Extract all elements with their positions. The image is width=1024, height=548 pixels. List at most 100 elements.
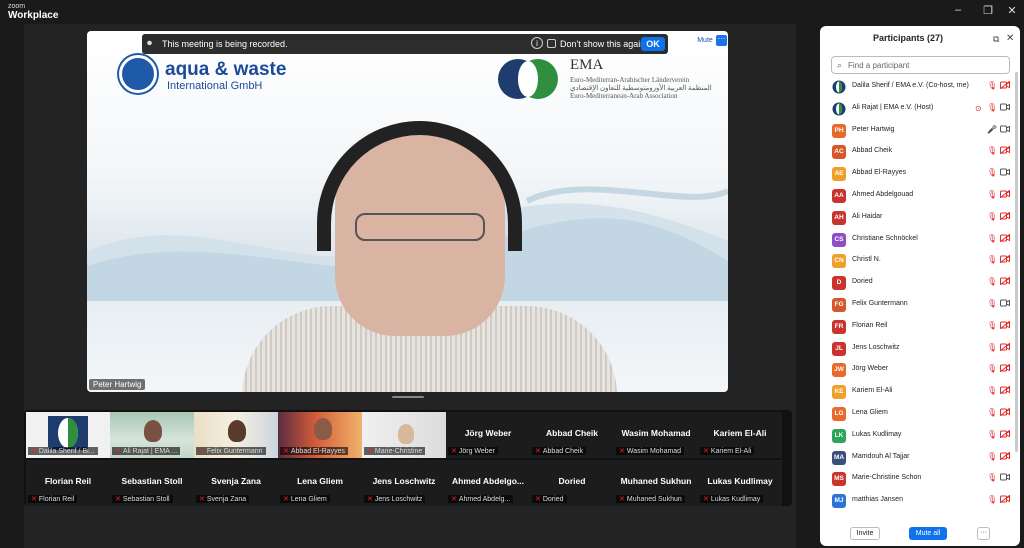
- camera-off-icon[interactable]: [999, 429, 1011, 440]
- restore-button[interactable]: ❐: [980, 4, 996, 17]
- participant-row[interactable]: MS Marie-Christine Schon 🎙: [820, 468, 1014, 490]
- mic-muted-icon[interactable]: 🎙: [987, 146, 997, 155]
- camera-on-icon[interactable]: [1000, 168, 1010, 178]
- mic-muted-icon[interactable]: 🎙: [987, 277, 997, 286]
- mic-muted-icon[interactable]: 🎙: [987, 168, 997, 177]
- popout-icon[interactable]: ⧉: [993, 34, 999, 45]
- mic-muted-icon[interactable]: 🎙: [987, 430, 997, 439]
- gallery-tile[interactable]: ✕ Ali Rajat | EMA ...: [110, 412, 194, 458]
- participant-row[interactable]: FG Felix Guntermann 🎙: [820, 294, 1014, 316]
- camera-on-icon[interactable]: [1000, 299, 1010, 309]
- mic-muted-icon[interactable]: 🎙: [987, 255, 997, 264]
- gallery-tile[interactable]: Ahmed Abdelgo... ✕ Ahmed Abdelg...: [446, 460, 530, 506]
- participant-row[interactable]: AE Abbad El-Rayyes 🎙: [820, 163, 1014, 185]
- participant-search-input[interactable]: ⌕ Find a participant: [831, 56, 1010, 74]
- camera-on-icon[interactable]: [1000, 125, 1010, 135]
- participant-row[interactable]: CN Christl N. 🎙: [820, 250, 1014, 272]
- camera-off-icon[interactable]: [999, 80, 1011, 91]
- mic-muted-icon[interactable]: 🎙: [987, 473, 997, 482]
- participant-row[interactable]: AC Abbad Cheik 🎙: [820, 141, 1014, 163]
- participant-row[interactable]: D Doried 🎙: [820, 272, 1014, 294]
- dont-show-checkbox[interactable]: [547, 39, 556, 48]
- gallery-tile[interactable]: Svenja Zana ✕ Svenja Zana: [194, 460, 278, 506]
- participant-row[interactable]: CS Christiane Schnöckel 🎙: [820, 229, 1014, 251]
- participant-row[interactable]: LG Lena Gliem 🎙: [820, 403, 1014, 425]
- invite-button[interactable]: Invite: [850, 527, 880, 540]
- participant-scrollbar[interactable]: [1015, 72, 1018, 452]
- tile-name: Ahmed Abdelgo...: [452, 476, 524, 486]
- gallery-tile[interactable]: Jens Loschwitz ✕ Jens Loschwitz: [362, 460, 446, 506]
- camera-off-icon[interactable]: [999, 342, 1011, 353]
- mute-all-button[interactable]: Mute all: [909, 527, 947, 540]
- camera-on-icon[interactable]: [1000, 473, 1010, 483]
- gallery-tile[interactable]: Sebastian Stoll ✕ Sebastian Stoll: [110, 460, 194, 506]
- ok-button[interactable]: OK: [641, 37, 665, 51]
- mic-muted-icon[interactable]: 🎙: [987, 452, 997, 461]
- camera-off-icon[interactable]: [999, 211, 1011, 222]
- active-speaker-video[interactable]: aqua & waste International GmbH EMA Euro…: [87, 31, 728, 392]
- gallery-tile[interactable]: Lukas Kudlimay ✕ Lukas Kudlimay: [698, 460, 782, 506]
- camera-off-icon[interactable]: [999, 146, 1011, 156]
- camera-off-icon[interactable]: [999, 233, 1011, 244]
- participant-row[interactable]: PH Peter Hartwig 🎤: [820, 120, 1014, 142]
- mic-muted-icon[interactable]: 🎙: [987, 495, 997, 504]
- mic-muted-icon[interactable]: 🎙: [987, 81, 997, 90]
- mic-muted-icon[interactable]: 🎙: [987, 408, 997, 417]
- camera-on-icon[interactable]: [1000, 103, 1010, 113]
- participant-row[interactable]: JW Jörg Weber 🎙: [820, 359, 1014, 381]
- info-icon[interactable]: i: [531, 37, 543, 49]
- muted-mic-icon: ✕: [703, 448, 709, 455]
- gallery-tile[interactable]: Doried ✕ Doried: [530, 460, 614, 506]
- mic-muted-icon[interactable]: 🎙: [987, 321, 997, 330]
- gallery-tile[interactable]: Abbad Cheik ✕ Abbad Cheik: [530, 412, 614, 458]
- mic-muted-icon[interactable]: 🎙: [987, 386, 997, 395]
- gallery-tile[interactable]: ✕ Abbad El-Rayyes: [278, 412, 362, 458]
- gallery-tile[interactable]: ✕ Felix Guntermann: [194, 412, 278, 458]
- gallery-tile[interactable]: Muhaned Sukhun ✕ Muhaned Sukhun: [614, 460, 698, 506]
- minimize-button[interactable]: –: [950, 4, 966, 16]
- dont-show-label[interactable]: Don't show this again: [560, 39, 645, 49]
- camera-off-icon[interactable]: [999, 255, 1011, 265]
- participant-row[interactable]: JL Jens Loschwitz 🎙: [820, 338, 1014, 360]
- gallery-tile[interactable]: Lena Gliem ✕ Lena Gliem: [278, 460, 362, 506]
- participant-row[interactable]: LK Lukas Kudlimay 🎙: [820, 425, 1014, 447]
- camera-off-icon[interactable]: [999, 320, 1011, 331]
- video-more-button[interactable]: ···: [716, 35, 727, 46]
- mic-muted-icon[interactable]: 🎙: [987, 343, 997, 352]
- mic-muted-icon[interactable]: 🎙: [987, 103, 997, 112]
- participant-row[interactable]: MJ matthias Jansen 🎙: [820, 490, 1014, 512]
- mic-muted-icon[interactable]: 🎙: [987, 234, 997, 243]
- participant-row[interactable]: FR Florian Reil 🎙: [820, 316, 1014, 338]
- mic-muted-icon[interactable]: 🎙: [987, 212, 997, 221]
- camera-off-icon[interactable]: [999, 385, 1011, 396]
- gallery-tile[interactable]: Kariem El-Ali ✕ Kariem El-Ali: [698, 412, 782, 458]
- camera-off-icon[interactable]: [999, 364, 1011, 374]
- mute-speaker-button[interactable]: Mute: [695, 35, 715, 46]
- mic-muted-icon[interactable]: 🎙: [987, 190, 997, 199]
- participant-row[interactable]: AH Ali Haidar 🎙: [820, 207, 1014, 229]
- camera-off-icon[interactable]: [999, 276, 1011, 287]
- close-window-button[interactable]: ✕: [1004, 4, 1020, 17]
- gallery-tile[interactable]: Florian Reil ✕ Florian Reil: [26, 460, 110, 506]
- camera-off-icon[interactable]: [999, 189, 1011, 200]
- avatar: CS: [832, 232, 846, 247]
- participant-row[interactable]: Dalila Sherif / EMA e.V. (Co-host, me) 🎙: [820, 76, 1014, 98]
- gallery-tile[interactable]: ✕ Dalila Sherif / Bi...: [26, 412, 110, 458]
- participant-row[interactable]: MA Mamdouh Al Tajjar 🎙: [820, 447, 1014, 469]
- resize-handle[interactable]: [392, 396, 424, 398]
- gallery-tile[interactable]: Jörg Weber ✕ Jörg Weber: [446, 412, 530, 458]
- participant-row[interactable]: KE Kariem El-Ali 🎙: [820, 381, 1014, 403]
- participant-row[interactable]: Ali Rajat | EMA e.V. (Host) ⊙ 🎙: [820, 98, 1014, 120]
- mic-muted-icon[interactable]: 🎙: [987, 299, 997, 308]
- camera-off-icon[interactable]: [999, 407, 1011, 418]
- gallery-tile[interactable]: ✕ Marie-Christine: [362, 412, 446, 458]
- participant-row[interactable]: AA Ahmed Abdelgouad 🎙: [820, 185, 1014, 207]
- camera-off-icon[interactable]: [999, 494, 1011, 505]
- participants-more-button[interactable]: ···: [977, 527, 990, 540]
- close-panel-icon[interactable]: ✕: [1006, 33, 1014, 44]
- tile-name: Muhaned Sukhun: [620, 476, 692, 486]
- camera-off-icon[interactable]: [999, 451, 1011, 462]
- mic-on-icon[interactable]: 🎤: [987, 125, 997, 134]
- mic-muted-icon[interactable]: 🎙: [987, 364, 997, 373]
- gallery-tile[interactable]: Wasim Mohamad ✕ Wasim Mohamad: [614, 412, 698, 458]
